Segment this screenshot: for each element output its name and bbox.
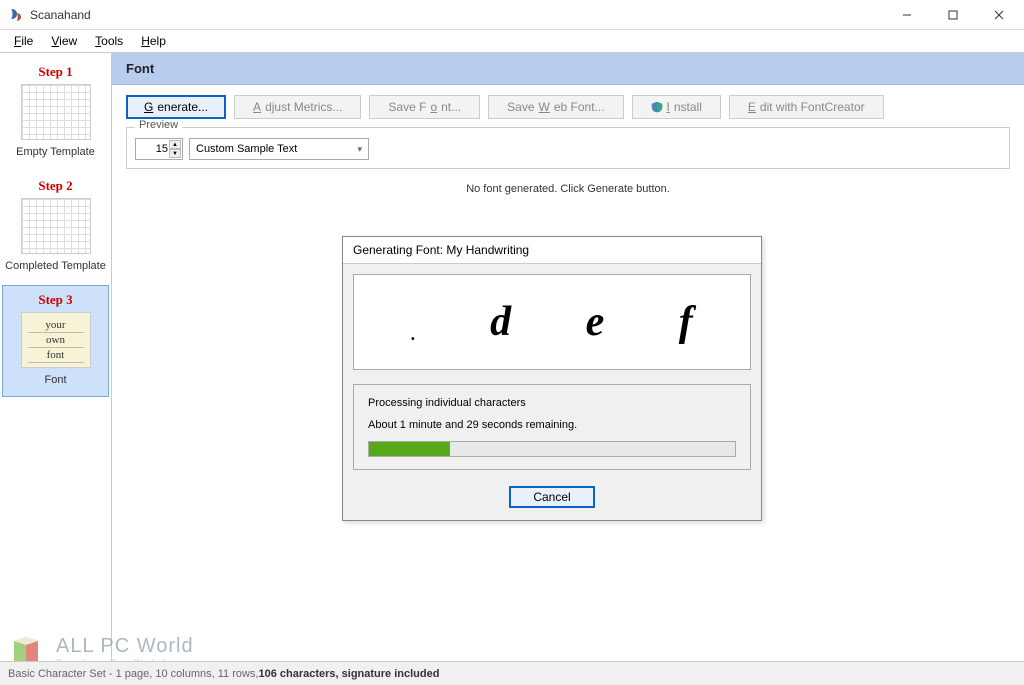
spinner-down-icon[interactable]: ▼	[169, 149, 181, 158]
save-web-font-button[interactable]: Save Web Font...	[488, 95, 623, 119]
completed-template-thumb	[21, 198, 91, 254]
install-button[interactable]: Install	[632, 95, 721, 119]
sidebar-step-2[interactable]: Step 2 Completed Template	[2, 171, 109, 283]
step-label: Empty Template	[5, 146, 106, 158]
steps-sidebar: Step 1 Empty Template Step 2 Completed T…	[0, 53, 112, 661]
step-label: Completed Template	[5, 260, 106, 272]
app-icon	[8, 7, 24, 23]
font-size-spinner[interactable]: 15 ▲▼	[135, 138, 183, 160]
close-button[interactable]	[976, 0, 1022, 30]
preview-group: Preview 15 ▲▼ Custom Sample Text	[126, 127, 1010, 169]
progress-bar	[368, 441, 736, 457]
sample-text-combo[interactable]: Custom Sample Text	[189, 138, 369, 160]
toolbar: Generate... Adjust Metrics... Save Font.…	[112, 85, 1024, 123]
menu-file[interactable]: File	[6, 32, 41, 50]
progress-status: Processing individual characters	[368, 397, 736, 409]
font-thumb: your own font	[21, 312, 91, 368]
step-title: Step 1	[5, 64, 106, 80]
empty-template-thumb	[21, 84, 91, 140]
progress-panel: Processing individual characters About 1…	[353, 384, 751, 470]
save-font-button[interactable]: Save Font...	[369, 95, 480, 119]
sidebar-step-1[interactable]: Step 1 Empty Template	[2, 57, 109, 169]
maximize-button[interactable]	[930, 0, 976, 30]
window-titlebar: Scanahand	[0, 0, 1024, 30]
status-text-prefix: Basic Character Set - 1 page, 10 columns…	[8, 668, 258, 680]
generate-button[interactable]: Generate...	[126, 95, 226, 119]
progress-fill	[369, 442, 450, 456]
preview-legend: Preview	[135, 119, 182, 131]
statusbar: Basic Character Set - 1 page, 10 columns…	[0, 661, 1024, 685]
font-size-value: 15	[156, 143, 168, 155]
section-title: Font	[112, 53, 1024, 85]
no-font-message: No font generated. Click Generate button…	[112, 183, 1024, 195]
glyph-preview: . d e f	[353, 274, 751, 370]
window-title: Scanahand	[30, 8, 884, 22]
sidebar-step-3[interactable]: Step 3 your own font Font	[2, 285, 109, 397]
edit-fontcreator-button[interactable]: Edit with FontCreator	[729, 95, 884, 119]
adjust-metrics-button[interactable]: Adjust Metrics...	[234, 95, 361, 119]
step-title: Step 3	[5, 292, 106, 308]
progress-remaining: About 1 minute and 29 seconds remaining.	[368, 419, 736, 431]
menu-help[interactable]: Help	[133, 32, 174, 50]
status-text-bold: 106 characters, signature included	[258, 668, 439, 680]
shield-icon	[651, 101, 663, 113]
generating-dialog: Generating Font: My Handwriting . d e f …	[342, 236, 762, 521]
step-title: Step 2	[5, 178, 106, 194]
minimize-button[interactable]	[884, 0, 930, 30]
cancel-button[interactable]: Cancel	[509, 486, 594, 508]
dialog-title: Generating Font: My Handwriting	[343, 237, 761, 264]
menu-tools[interactable]: Tools	[87, 32, 131, 50]
step-label: Font	[5, 374, 106, 386]
spinner-up-icon[interactable]: ▲	[169, 140, 181, 149]
menu-view[interactable]: View	[43, 32, 85, 50]
menubar: File View Tools Help	[0, 30, 1024, 52]
